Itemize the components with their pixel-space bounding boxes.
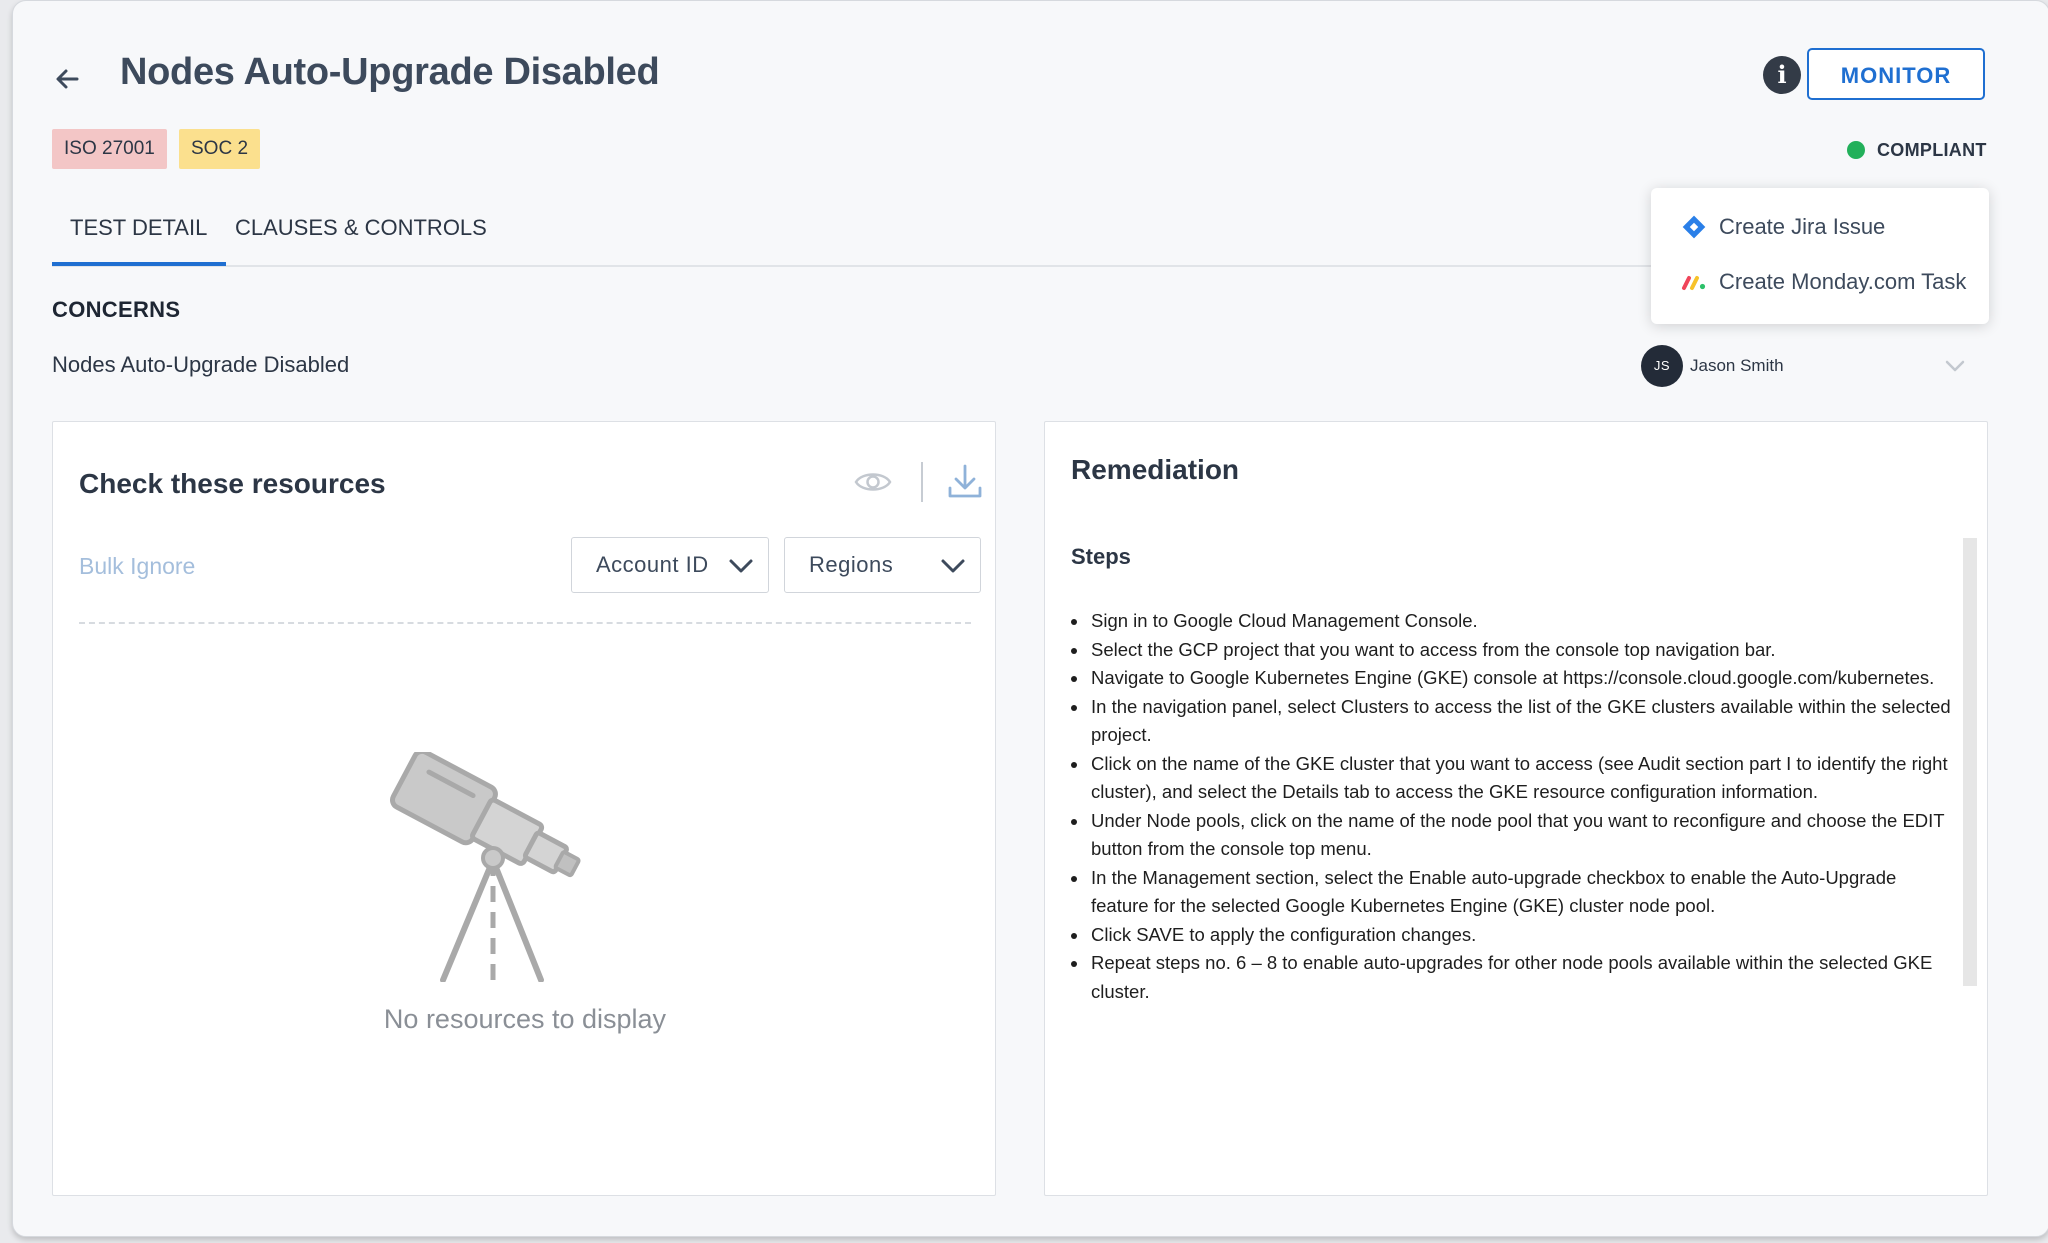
chevron-down-icon[interactable]	[1943, 354, 1967, 378]
list-item: Click on the name of the GKE cluster tha…	[1071, 750, 1951, 807]
empty-state-text: No resources to display	[383, 1004, 667, 1034]
steps-heading: Steps	[1071, 544, 1131, 569]
list-item: Under Node pools, click on the name of t…	[1071, 807, 1951, 864]
account-id-select[interactable]: Account ID	[571, 537, 769, 593]
list-item: Repeat steps no. 6 – 8 to enable auto-up…	[1071, 949, 1951, 1006]
concerns-heading: CONCERNS	[52, 297, 181, 322]
tab-test-detail[interactable]: TEST DETAIL	[70, 215, 207, 241]
monitor-button[interactable]: MONITOR	[1807, 48, 1985, 100]
telescope-icon	[390, 752, 581, 982]
list-item: Select the GCP project that you want to …	[1071, 636, 1951, 665]
remediation-title: Remediation	[1071, 454, 1240, 485]
status-label: COMPLIANT	[1877, 139, 1987, 160]
remediation-panel: Remediation Steps Sign in to Google Clou…	[1044, 421, 1988, 1196]
status-dot-icon	[1847, 141, 1865, 159]
badge-iso-27001: ISO 27001	[52, 129, 167, 169]
scrollbar[interactable]	[1963, 538, 1977, 986]
assignee-name: Jason Smith	[1690, 356, 1784, 375]
back-arrow-icon[interactable]	[51, 63, 81, 93]
jira-icon	[1682, 215, 1706, 239]
info-icon[interactable]: i	[1763, 56, 1801, 94]
menu-item-create-monday-task[interactable]: Create Monday.com Task	[1681, 269, 1966, 295]
dashed-divider	[79, 622, 971, 624]
resources-panel: Check these resources Bulk Ignore Accoun…	[52, 421, 996, 1196]
menu-item-label: Create Jira Issue	[1719, 214, 1886, 239]
toolbar-divider	[921, 462, 923, 502]
download-icon[interactable]	[946, 462, 984, 502]
concern-text: Nodes Auto-Upgrade Disabled	[52, 352, 350, 377]
list-item: In the Management section, select the En…	[1071, 864, 1951, 921]
monday-icon	[1682, 276, 1706, 290]
active-tab-indicator	[52, 262, 226, 266]
chevron-down-icon	[729, 559, 753, 573]
regions-select[interactable]: Regions	[784, 537, 981, 593]
menu-item-label: Create Monday.com Task	[1719, 269, 1967, 294]
list-item: Sign in to Google Cloud Management Conso…	[1071, 607, 1951, 636]
tab-clauses-controls[interactable]: CLAUSES & CONTROLS	[235, 215, 487, 241]
app-window: Nodes Auto-Upgrade Disabled ISO 27001 SO…	[12, 0, 2048, 1237]
status-badge: COMPLIANT	[1847, 138, 1987, 162]
steps-list: Sign in to Google Cloud Management Conso…	[1071, 607, 1951, 1006]
badge-soc-2: SOC 2	[179, 129, 261, 169]
eye-icon[interactable]	[853, 464, 893, 500]
assignee-select[interactable]: JS Jason Smith	[1641, 344, 1984, 388]
avatar: JS	[1641, 345, 1683, 387]
tabs-divider	[52, 265, 1652, 267]
page-title: Nodes Auto-Upgrade Disabled	[120, 51, 660, 93]
chevron-down-icon	[941, 559, 965, 573]
menu-item-create-jira-issue[interactable]: Create Jira Issue	[1681, 214, 1885, 240]
list-item: In the navigation panel, select Clusters…	[1071, 693, 1951, 750]
account-id-label: Account ID	[596, 552, 709, 577]
list-item: Click SAVE to apply the configuration ch…	[1071, 921, 1951, 950]
bulk-ignore-link[interactable]: Bulk Ignore	[79, 553, 195, 580]
regions-label: Regions	[809, 552, 894, 577]
create-task-menu: Create Jira Issue Create Monday.com Task	[1651, 188, 1989, 324]
list-item: Navigate to Google Kubernetes Engine (GK…	[1071, 664, 1951, 693]
resources-title: Check these resources	[79, 468, 386, 499]
